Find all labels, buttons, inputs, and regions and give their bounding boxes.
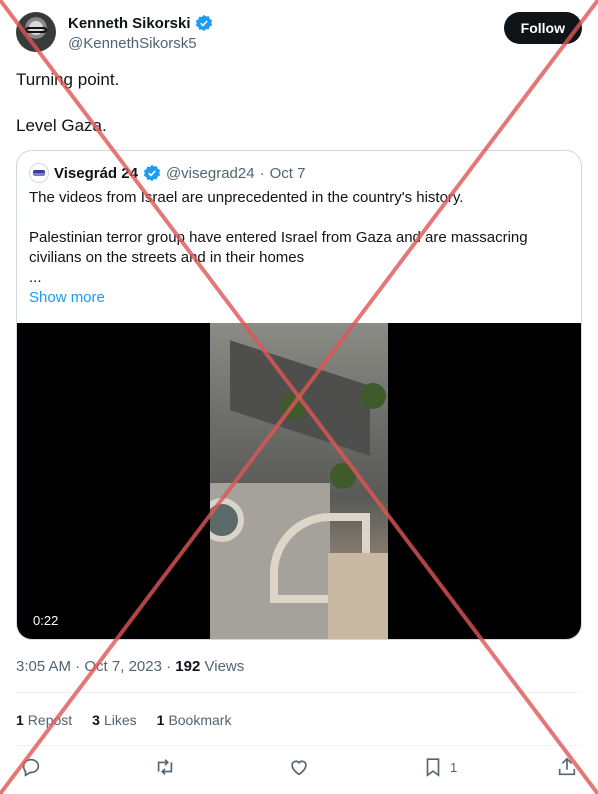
show-more-link[interactable]: Show more [29,289,105,306]
views-label: Views [204,658,245,675]
reposts-count: 1 [16,712,24,728]
tweet-text: Turning point. Level Gaza. [16,68,576,137]
divider [16,692,582,693]
video-duration: 0:22 [33,613,59,628]
quoted-display-name: Visegrád 24 [54,164,138,182]
quoted-separator: · [259,164,265,182]
like-button[interactable] [288,756,310,778]
action-bar: 1 [16,756,582,784]
quoted-ellipsis: ... [29,269,42,286]
views-count: 192 [175,658,201,675]
retweet-icon [157,759,173,775]
bookmark-button[interactable]: 1 [422,756,457,778]
author-avatar[interactable] [16,12,56,52]
meta-separator: · [75,658,81,675]
verified-badge-icon [195,14,212,32]
follow-button[interactable]: Follow [503,12,582,44]
reposts-label: Repost [27,712,73,728]
quoted-handle: @visegrad24 [165,164,255,182]
tweet-line: Turning point. [16,70,120,89]
share-button[interactable] [556,756,578,778]
engagement-stats: 1 Repost 3 Likes 1 Bookmark [16,712,231,728]
bookmarks-count: 1 [156,712,165,728]
likes-count: 3 [92,712,100,728]
author-handle[interactable]: @KennethSikorsk5 [68,35,197,52]
author-name-row: Kenneth Sikorski [68,14,213,32]
like-icon [291,760,307,776]
tweet-time[interactable]: 3:05 AM [16,658,71,675]
reply-icon [22,758,40,777]
divider [16,745,582,746]
quoted-tweet[interactable]: Visegrád 24 @visegrad24 · Oct 7 The vide… [16,150,582,640]
likes-label: Likes [103,712,137,728]
reposts-stat[interactable]: 1 Repost [16,712,72,728]
bookmarks-stat[interactable]: 1 Bookmark [157,712,232,728]
bookmark-icon [426,758,440,777]
tweet-line: Level Gaza. [16,116,107,135]
meta-separator: · [166,658,172,675]
tweet-meta: 3:05 AM · Oct 7, 2023 · 192 Views [16,658,244,675]
quoted-tweet-header: Visegrád 24 @visegrad24 · Oct 7 [29,163,305,183]
bookmark-count: 1 [450,759,458,775]
quoted-date: Oct 7 [269,164,306,182]
verified-badge-icon [143,164,161,182]
share-icon [558,757,576,776]
quoted-avatar [29,163,49,183]
bookmarks-label: Bookmark [168,712,232,728]
author-display-name[interactable]: Kenneth Sikorski [68,15,191,32]
video-frame [210,323,388,639]
likes-stat[interactable]: 3 Likes [92,712,136,728]
video-player[interactable]: 0:22 [17,323,581,639]
tweet-header: Kenneth Sikorski @KennethSikorsk5 Follow [16,12,582,56]
tweet-date[interactable]: Oct 7, 2023 [84,658,162,675]
quoted-body: The videos from Israel are unprecedented… [29,188,569,288]
quoted-paragraph: The videos from Israel are unprecedented… [29,189,464,206]
reply-button[interactable] [20,756,42,778]
quoted-paragraph: Palestinian terror group have entered Is… [29,229,528,266]
retweet-button[interactable] [154,756,176,778]
